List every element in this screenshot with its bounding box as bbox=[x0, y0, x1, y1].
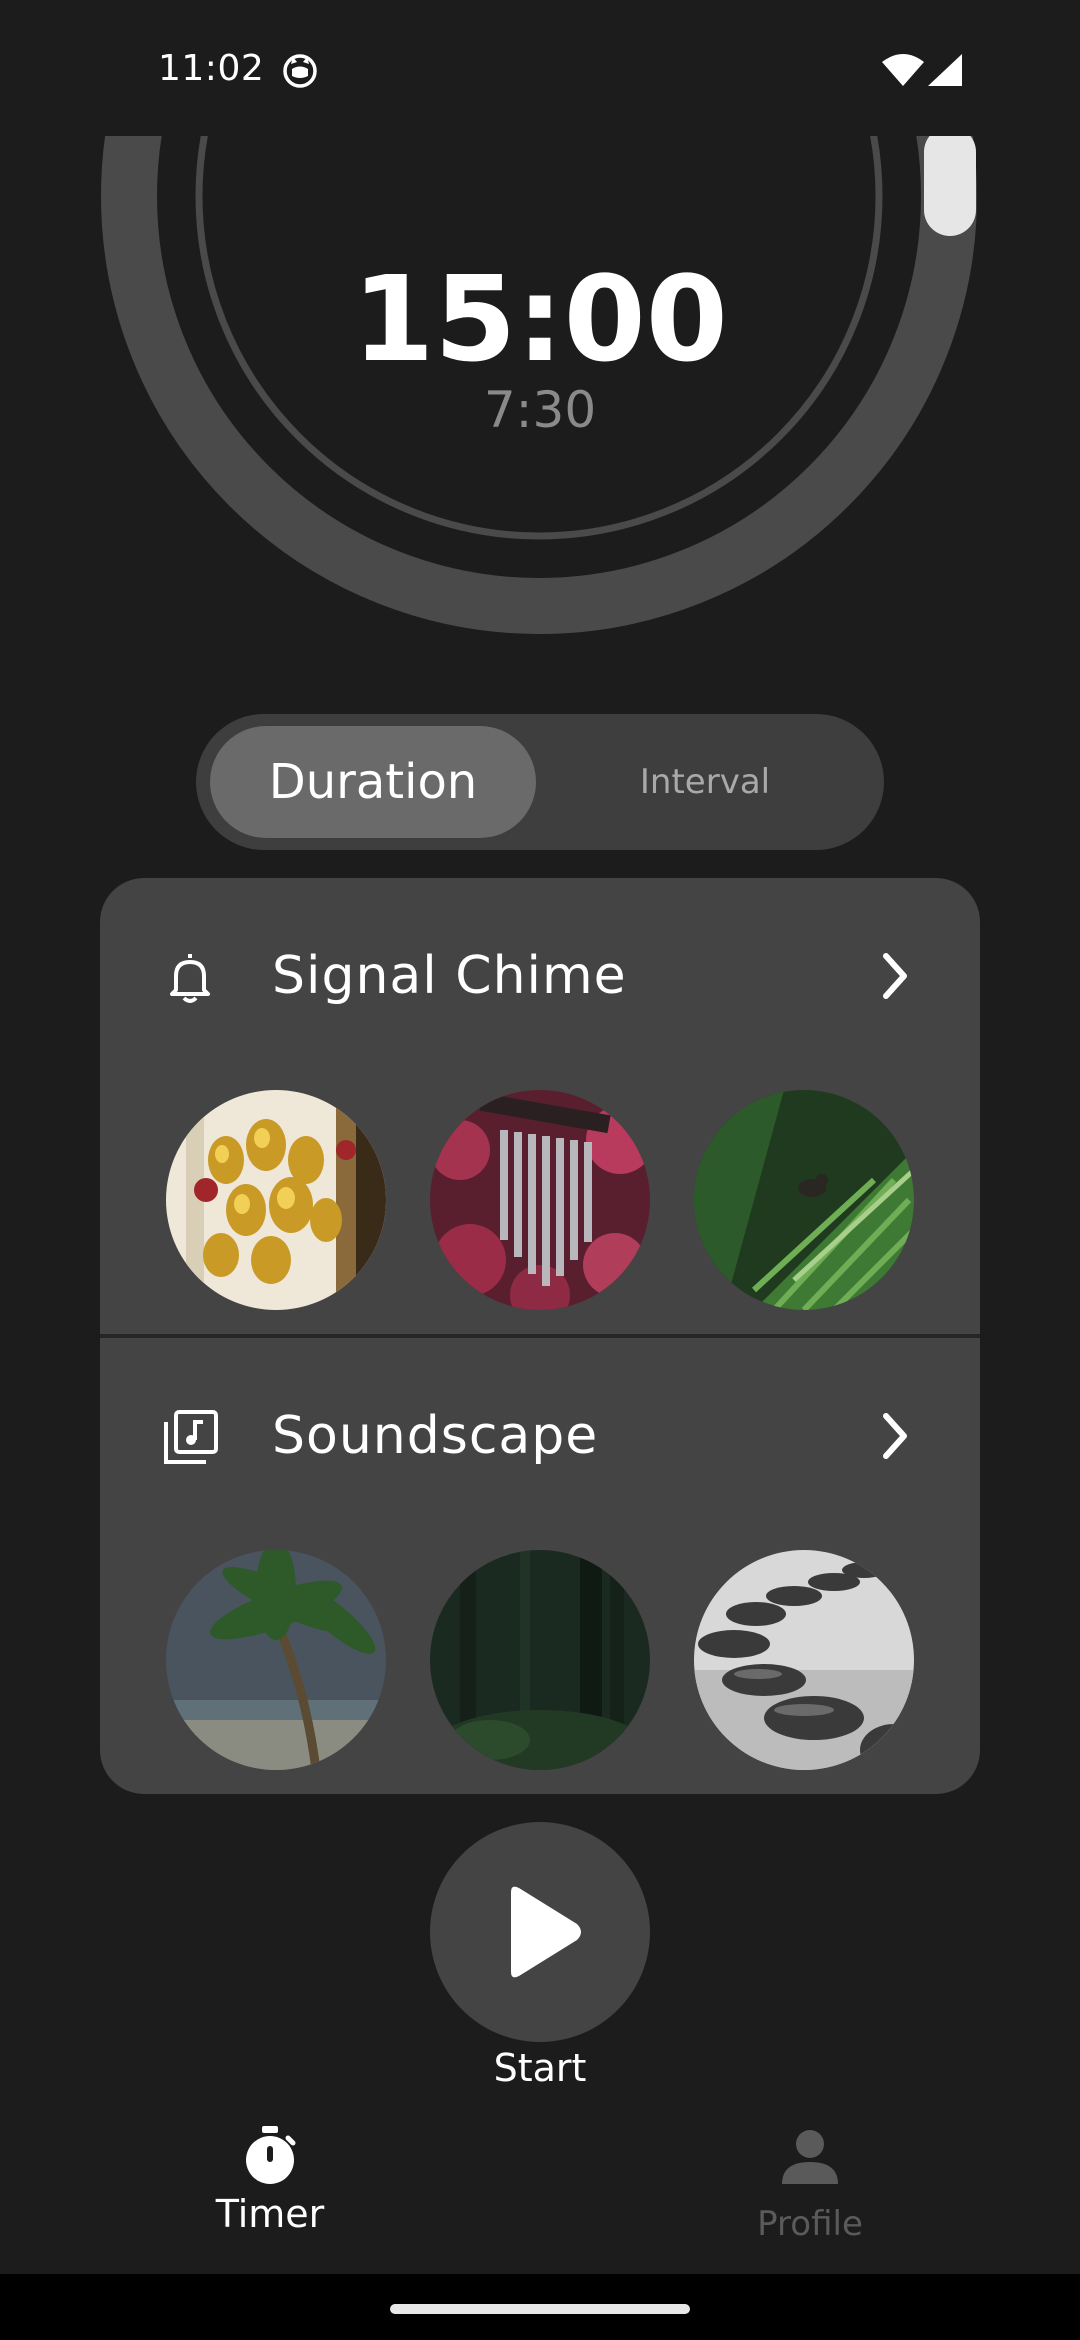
soundscape-thumb-zen-stones[interactable] bbox=[694, 1550, 914, 1770]
soundscape-thumb-palm-beach[interactable] bbox=[166, 1550, 386, 1770]
signal-chime-title: Signal Chime bbox=[272, 946, 627, 1006]
chime-thumb-bird-on-leaf[interactable] bbox=[694, 1090, 914, 1310]
status-time: 11:02 bbox=[158, 48, 265, 89]
soundscape-thumb-dark-forest[interactable] bbox=[430, 1550, 650, 1770]
interval-tab[interactable]: Interval bbox=[540, 726, 870, 838]
wifi-icon bbox=[882, 54, 924, 86]
mode-toggle: Duration Interval bbox=[196, 714, 884, 850]
music-library-icon bbox=[164, 1410, 218, 1464]
chevron-right-icon bbox=[883, 953, 907, 999]
nav-label-profile: Profile bbox=[757, 2204, 863, 2244]
chime-thumb-wind-chime[interactable] bbox=[430, 1090, 650, 1310]
bell-icon bbox=[170, 954, 210, 1003]
signal-chime-row[interactable]: Signal Chime bbox=[100, 916, 980, 1036]
chevron-right-icon bbox=[883, 1413, 907, 1459]
signal-chime-thumbnails bbox=[100, 1090, 980, 1312]
card-divider bbox=[100, 1334, 980, 1338]
soundscape-thumbnails bbox=[100, 1550, 980, 1772]
stopwatch-icon bbox=[246, 2126, 296, 2184]
status-bar: 11:02 bbox=[0, 0, 1080, 136]
soundscape-row[interactable]: Soundscape bbox=[100, 1376, 980, 1496]
home-indicator[interactable] bbox=[390, 2304, 690, 2314]
play-icon bbox=[511, 1886, 581, 1978]
sound-settings-card: Signal Chime Soundscape bbox=[100, 878, 980, 1794]
nav-item-profile[interactable]: Profile bbox=[660, 2100, 960, 2274]
nav-label-timer: Timer bbox=[215, 2192, 325, 2236]
chime-thumb-golden-bells[interactable] bbox=[166, 1090, 386, 1310]
soundscape-title: Soundscape bbox=[272, 1406, 599, 1466]
bottom-navigation: Timer Profile bbox=[0, 2100, 1080, 2274]
cat-app-icon bbox=[283, 54, 317, 88]
cell-signal-icon bbox=[928, 54, 962, 86]
duration-tab[interactable]: Duration bbox=[210, 726, 536, 838]
gesture-navigation-bar bbox=[0, 2274, 1080, 2340]
person-icon bbox=[782, 2130, 838, 2184]
screen: 11:02 15:00 7:30 Duration Interval Signa… bbox=[0, 0, 1080, 2340]
timer-interval: 7:30 bbox=[483, 381, 597, 439]
timer-dial[interactable]: 15:00 7:30 bbox=[0, 136, 1080, 696]
timer-duration: 15:00 bbox=[352, 250, 728, 388]
nav-item-timer[interactable]: Timer bbox=[120, 2100, 420, 2274]
start-label: Start bbox=[493, 2046, 587, 2090]
start-button[interactable] bbox=[430, 1822, 650, 2042]
